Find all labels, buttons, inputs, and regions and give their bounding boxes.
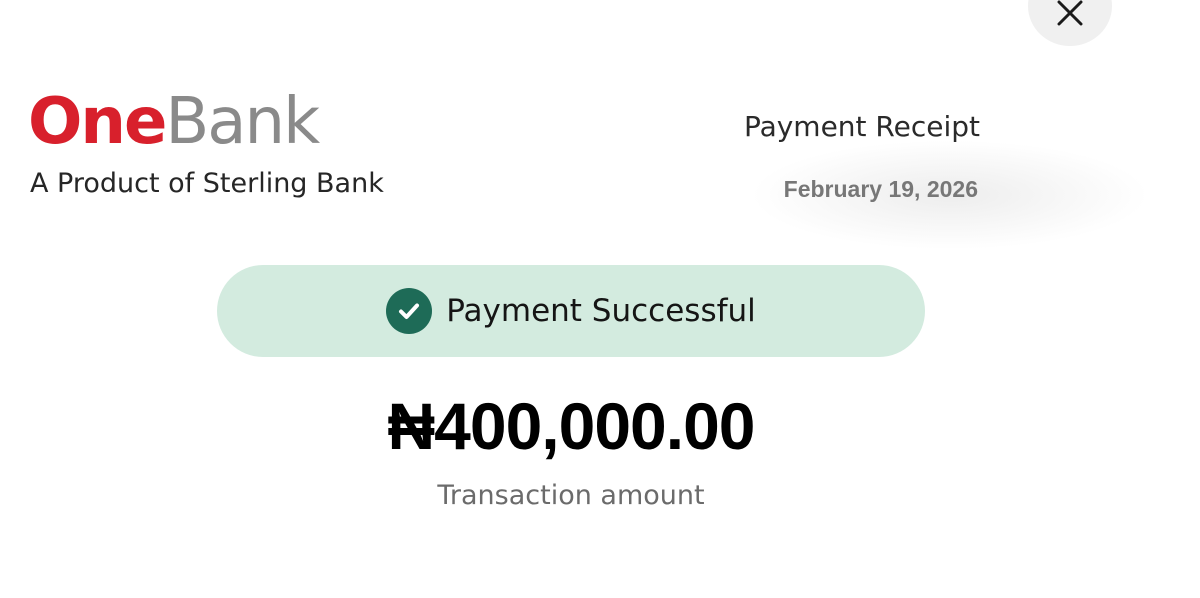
brand-tagline: A Product of Sterling Bank [30,168,384,199]
status-text: Payment Successful [446,293,756,329]
payment-status-banner: Payment Successful [217,265,925,357]
transaction-amount: ₦400,000.00 [387,389,756,463]
receipt-screen: OneBank A Product of Sterling Bank Payme… [0,0,1200,598]
onebank-logo: OneBank [28,82,320,162]
close-icon [1057,0,1083,26]
close-button[interactable] [1028,0,1112,46]
check-circle-icon [386,288,433,334]
receipt-title: Payment Receipt [743,110,980,143]
status-content: Payment Successful [386,288,756,334]
transaction-amount-label: Transaction amount [437,480,705,511]
receipt-date: February 19, 2026 [783,176,978,202]
logo-bank-text: Bank [165,85,320,159]
logo-one-text: One [28,85,167,159]
